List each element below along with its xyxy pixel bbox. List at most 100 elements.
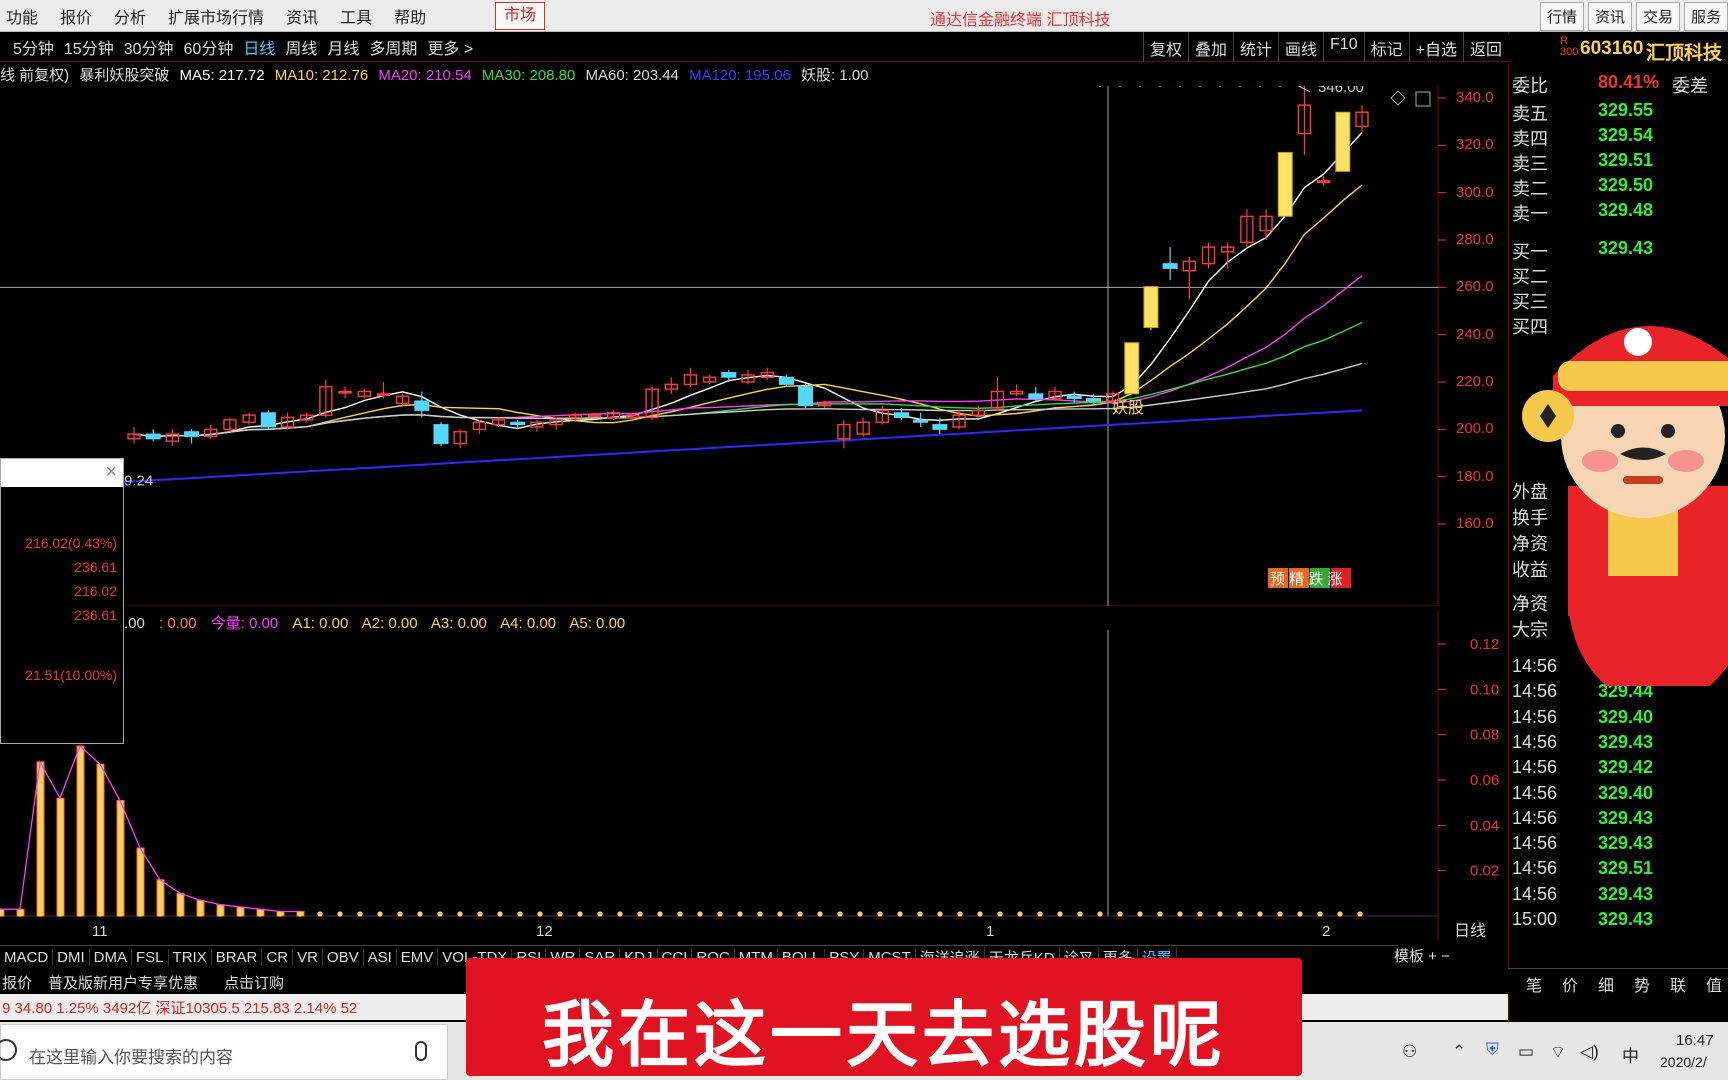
volume-chart[interactable]: 0.120.100.080.060.040.0211 12 1 2 日线 <box>0 610 1508 940</box>
indicator-tab[interactable]: DMA <box>90 949 133 966</box>
candle[interactable] <box>453 429 467 449</box>
f10-button[interactable]: F10 <box>1323 32 1364 62</box>
menu-quote[interactable]: 报价 <box>54 4 108 28</box>
candle[interactable] <box>664 377 678 394</box>
candle[interactable] <box>145 429 161 442</box>
panel-tab[interactable]: 价 <box>1562 972 1578 996</box>
draw-line-button[interactable]: 画线 <box>1278 32 1323 62</box>
people-icon[interactable]: ⚇ <box>1402 1042 1417 1062</box>
indicator-tab[interactable]: FSL <box>132 949 169 966</box>
close-icon[interactable]: × <box>105 461 117 484</box>
microphone-icon[interactable] <box>415 1041 427 1061</box>
candle[interactable] <box>338 386 352 399</box>
clock-date[interactable]: 2020/2/ <box>1660 1054 1707 1070</box>
candle[interactable] <box>1355 105 1369 134</box>
menu-news[interactable]: 资讯 <box>280 4 334 28</box>
period-weekly[interactable]: 周线 <box>280 35 322 59</box>
template-controls[interactable]: 模板 + − <box>1394 945 1450 966</box>
ticker-subscribe[interactable]: 点击订购 <box>224 972 284 993</box>
candle[interactable] <box>1335 111 1351 172</box>
candle[interactable] <box>856 417 870 437</box>
candle[interactable] <box>1277 151 1293 217</box>
menu-extended-market[interactable]: 扩展市场行情 <box>162 4 280 28</box>
menu-service-button[interactable]: 服务 <box>1683 2 1728 31</box>
mark-button[interactable]: 标记 <box>1363 32 1409 62</box>
candle[interactable] <box>1143 286 1159 330</box>
taskbar-search[interactable]: 在这里输入你要搜索的内容 <box>0 1024 448 1080</box>
indicator-tab[interactable]: OBV <box>323 949 364 966</box>
candle[interactable] <box>1259 209 1273 240</box>
candle[interactable] <box>395 393 410 406</box>
candle[interactable] <box>990 377 1005 411</box>
shield-icon[interactable]: ⛨ <box>1486 1040 1499 1060</box>
indicator-tab[interactable]: DMI <box>53 949 90 966</box>
panel-tab[interactable]: 值 <box>1706 972 1722 996</box>
candle[interactable] <box>433 422 449 446</box>
candle[interactable] <box>1220 242 1235 269</box>
indicator-tab[interactable]: BRAR <box>212 949 263 966</box>
candle[interactable] <box>1182 256 1197 300</box>
period-30min[interactable]: 30分钟 <box>119 35 179 59</box>
back-button[interactable]: 返回 <box>1462 32 1508 62</box>
menu-function[interactable]: 功能 <box>0 4 54 28</box>
candle[interactable] <box>1162 247 1178 281</box>
candle[interactable] <box>204 424 218 439</box>
candle[interactable] <box>1009 384 1024 397</box>
candle[interactable] <box>260 410 276 430</box>
candle[interactable] <box>1048 386 1062 401</box>
candle[interactable] <box>1124 342 1140 395</box>
candle[interactable] <box>549 417 563 430</box>
candle[interactable] <box>1240 209 1254 248</box>
candle[interactable] <box>798 384 814 409</box>
menu-trade-button[interactable]: 交易 <box>1635 2 1680 31</box>
formula-name[interactable]: 暴利妖股突破 <box>79 67 169 84</box>
candlestick-chart[interactable]: 346.00 9.24 妖股预 精 跌 涨 <box>0 86 1508 606</box>
candle[interactable] <box>530 419 544 432</box>
candle[interactable] <box>875 405 890 425</box>
period-5min[interactable]: 5分钟 <box>8 35 59 59</box>
candle[interactable] <box>472 419 487 435</box>
candle[interactable] <box>913 412 929 427</box>
candle[interactable] <box>683 367 698 387</box>
battery-icon[interactable]: ▭ <box>1518 1042 1534 1062</box>
indicator-tab[interactable]: CR <box>262 949 294 966</box>
wifi-icon[interactable]: ⌔ <box>1550 1042 1566 1063</box>
overlay-button[interactable]: 叠加 <box>1187 32 1233 62</box>
candle[interactable] <box>357 389 371 399</box>
indicator-tab[interactable]: MACD <box>0 949 54 966</box>
ticker-promo[interactable]: 普及版新用户专享优惠 <box>48 972 198 993</box>
candle[interactable] <box>760 367 774 380</box>
candle[interactable] <box>702 374 717 385</box>
candle[interactable] <box>971 405 985 418</box>
candle[interactable] <box>223 417 237 432</box>
ticker-quote-label[interactable]: 报价 <box>2 972 32 993</box>
panel-tab[interactable]: 细 <box>1598 972 1614 996</box>
market-tab[interactable]: 市场 <box>495 2 545 30</box>
candle[interactable] <box>837 419 851 449</box>
period-monthly[interactable]: 月线 <box>322 35 364 59</box>
search-input[interactable]: 在这里输入你要搜索的内容 <box>29 1043 389 1068</box>
candle[interactable] <box>1297 86 1312 155</box>
volume-icon[interactable]: ◁) <box>1580 1042 1599 1062</box>
menu-market-button[interactable]: 行情 <box>1539 2 1584 31</box>
chevron-up-icon[interactable]: ⌃ <box>1452 1042 1466 1062</box>
menu-tools[interactable]: 工具 <box>334 4 388 28</box>
layout-icon[interactable] <box>1415 91 1431 107</box>
indicator-tab[interactable]: TRIX <box>169 949 212 966</box>
statistics-button[interactable]: 统计 <box>1233 32 1278 62</box>
menu-help[interactable]: 帮助 <box>388 4 442 28</box>
panel-tab[interactable]: 势 <box>1634 972 1650 996</box>
clock-time[interactable]: 16:47 <box>1676 1032 1714 1049</box>
period-15min[interactable]: 15分钟 <box>59 35 119 59</box>
candle[interactable] <box>184 429 200 444</box>
indicator-tab[interactable]: ASI <box>364 949 397 966</box>
menu-analysis[interactable]: 分析 <box>108 4 162 28</box>
menu-info-button[interactable]: 资讯 <box>1587 2 1632 31</box>
panel-tab[interactable]: 联 <box>1670 972 1686 996</box>
candle[interactable] <box>1028 386 1044 401</box>
panel-tab[interactable]: 笔 <box>1526 972 1542 996</box>
add-watchlist-button[interactable]: +自选 <box>1408 32 1463 62</box>
period-multi[interactable]: 多周期 <box>364 35 422 59</box>
restore-rights-button[interactable]: 复权 <box>1142 32 1188 62</box>
candle[interactable] <box>1201 242 1216 269</box>
